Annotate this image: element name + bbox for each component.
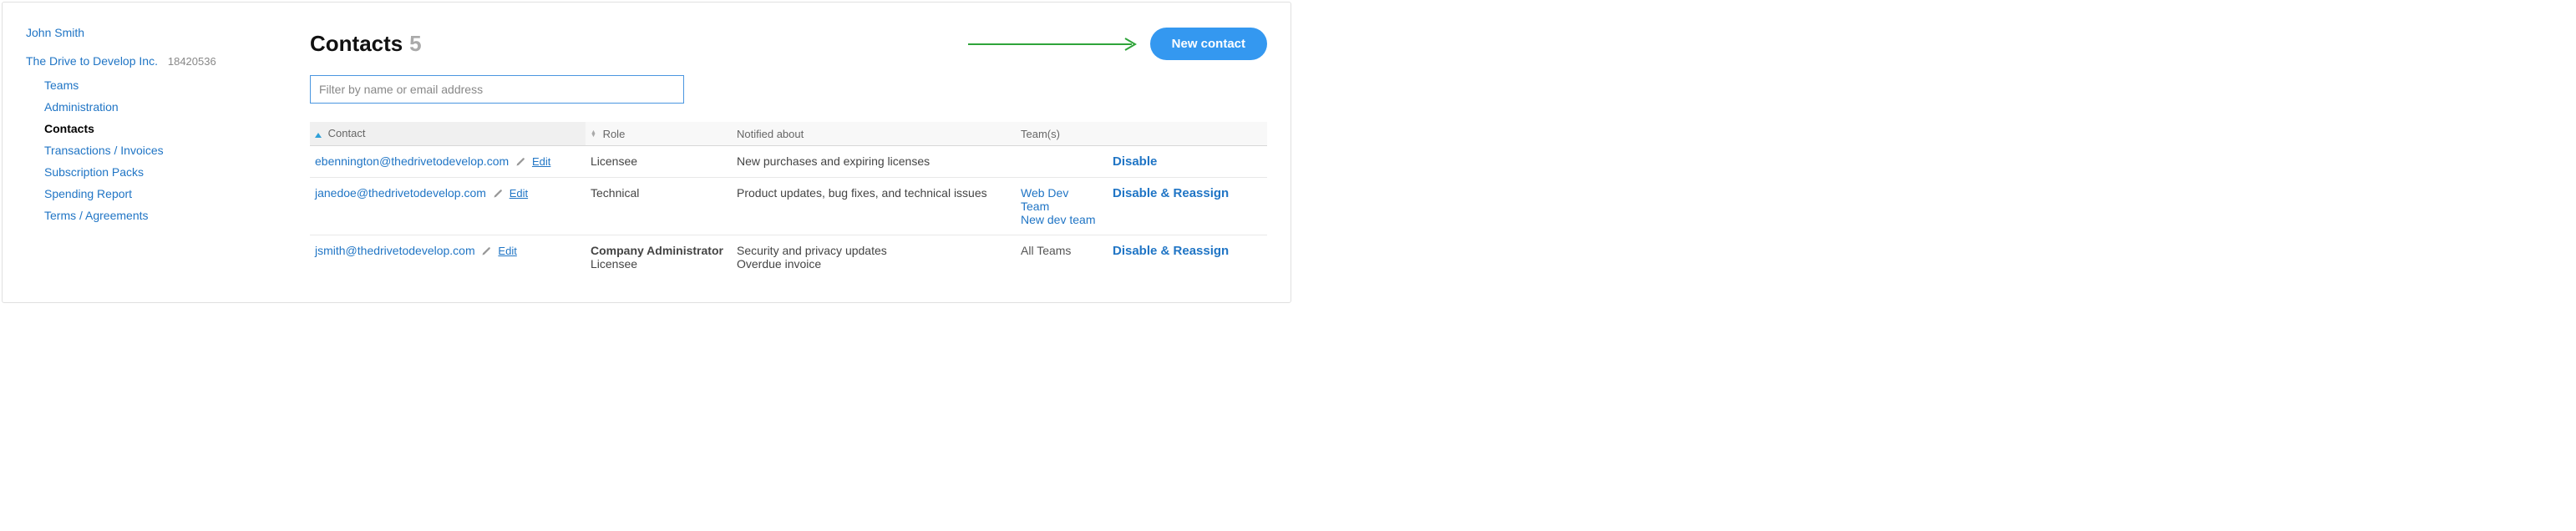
- col-header-contact[interactable]: Contact: [310, 122, 586, 146]
- table-body: ebennington@thedrivetodevelop.com Edit Li…: [310, 146, 1267, 280]
- contacts-table: Contact ▲▼ Role Notified about Team(s) e…: [310, 122, 1267, 279]
- edit-link[interactable]: Edit: [510, 187, 528, 200]
- table-row: jsmith@thedrivetodevelop.com Edit Company…: [310, 235, 1267, 280]
- org-id: 18420536: [168, 55, 216, 68]
- col-header-notified-label: Notified about: [737, 128, 804, 140]
- annotation-arrow: [966, 37, 1142, 52]
- sidebar-item-terms[interactable]: Terms / Agreements: [44, 209, 149, 222]
- row-action-link[interactable]: Disable & Reassign: [1113, 244, 1229, 258]
- edit-link[interactable]: Edit: [498, 245, 516, 257]
- team-link[interactable]: Web Dev Team: [1021, 186, 1099, 213]
- teams-cell: [1016, 146, 1108, 178]
- col-header-teams-label: Team(s): [1021, 128, 1060, 140]
- contact-email-link[interactable]: janedoe@thedrivetodevelop.com: [315, 186, 486, 200]
- role-cell: Technical: [586, 178, 732, 235]
- sidebar-item-administration[interactable]: Administration: [44, 100, 119, 114]
- col-header-contact-label: Contact: [328, 127, 366, 139]
- main-content: Contacts 5 New contact: [310, 23, 1267, 279]
- sidebar-item-transactions[interactable]: Transactions / Invoices: [44, 144, 164, 157]
- col-header-teams: Team(s): [1016, 122, 1108, 146]
- contacts-count: 5: [409, 31, 421, 56]
- role-cell: Licensee: [586, 146, 732, 178]
- contact-email-link[interactable]: ebennington@thedrivetodevelop.com: [315, 154, 509, 168]
- edit-icon: [493, 186, 503, 200]
- edit-icon: [481, 244, 491, 257]
- app-container: John Smith The Drive to Develop Inc. 184…: [2, 2, 1291, 303]
- new-contact-button[interactable]: New contact: [1150, 28, 1267, 60]
- page-title: Contacts: [310, 31, 403, 56]
- notified-cell: Security and privacy updatesOverdue invo…: [732, 235, 1016, 280]
- team-link[interactable]: New dev team: [1021, 213, 1099, 226]
- notified-cell: Product updates, bug fixes, and technica…: [732, 178, 1016, 235]
- sidebar-item-teams[interactable]: Teams: [44, 78, 79, 92]
- role-cell: Company AdministratorLicensee: [586, 235, 732, 280]
- sidebar: John Smith The Drive to Develop Inc. 184…: [26, 23, 310, 279]
- filter-input[interactable]: [310, 75, 684, 104]
- edit-icon: [515, 154, 525, 168]
- sort-both-icon: ▲▼: [591, 131, 596, 138]
- header-right: New contact: [966, 28, 1267, 60]
- sidebar-item-contacts[interactable]: Contacts: [44, 122, 94, 135]
- col-header-role[interactable]: ▲▼ Role: [586, 122, 732, 146]
- table-row: janedoe@thedrivetodevelop.com Edit Techni…: [310, 178, 1267, 235]
- teams-cell: Web Dev TeamNew dev team: [1016, 178, 1108, 235]
- table-header-row: Contact ▲▼ Role Notified about Team(s): [310, 122, 1267, 146]
- sort-asc-icon: [315, 128, 322, 140]
- col-header-actions: [1108, 122, 1267, 146]
- user-link[interactable]: John Smith: [26, 26, 84, 39]
- org-row: The Drive to Develop Inc. 18420536: [26, 54, 310, 68]
- row-action-link[interactable]: Disable & Reassign: [1113, 186, 1229, 200]
- contact-email-link[interactable]: jsmith@thedrivetodevelop.com: [315, 244, 475, 257]
- header-row: Contacts 5 New contact: [310, 28, 1267, 60]
- notified-cell: New purchases and expiring licenses: [732, 146, 1016, 178]
- col-header-notified: Notified about: [732, 122, 1016, 146]
- title-wrap: Contacts 5: [310, 31, 422, 57]
- teams-cell: All Teams: [1016, 235, 1108, 280]
- table-row: ebennington@thedrivetodevelop.com Edit Li…: [310, 146, 1267, 178]
- sidebar-item-subscription-packs[interactable]: Subscription Packs: [44, 165, 144, 179]
- row-action-link[interactable]: Disable: [1113, 154, 1157, 169]
- sidebar-item-spending-report[interactable]: Spending Report: [44, 187, 132, 200]
- nav-list: Teams Administration Contacts Transactio…: [44, 74, 310, 226]
- col-header-role-label: Role: [603, 128, 626, 140]
- org-link[interactable]: The Drive to Develop Inc.: [26, 54, 158, 68]
- edit-link[interactable]: Edit: [532, 155, 550, 168]
